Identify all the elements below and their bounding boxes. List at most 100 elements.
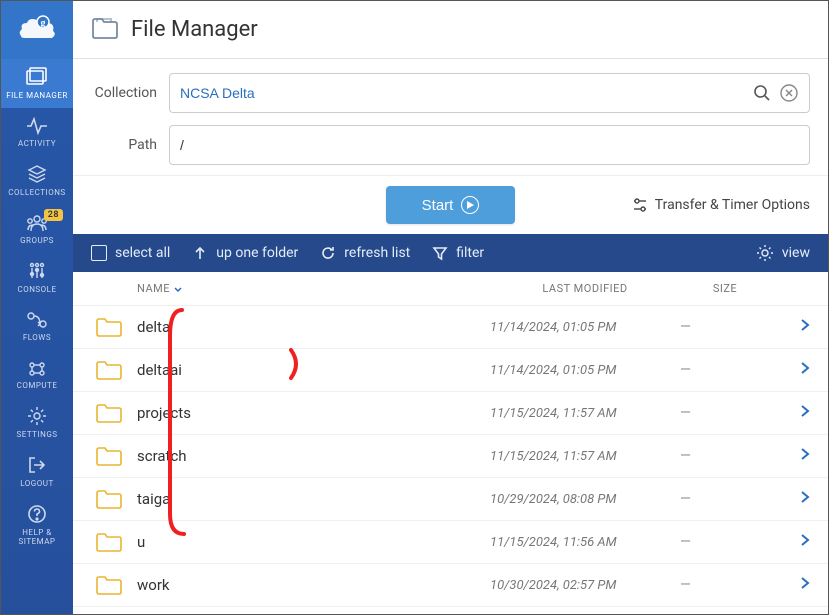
collection-label: Collection (91, 85, 157, 101)
logout-icon (27, 455, 47, 477)
sidebar-item-groups[interactable]: GROUPS 28 (1, 205, 73, 253)
row-modified: 10/30/2024, 02:57 PM (490, 578, 680, 593)
sidebar-item-help-sitemap[interactable]: HELP & SITEMAP (1, 496, 73, 554)
sidebar-item-logout[interactable]: LOGOUT (1, 447, 73, 496)
sidebar-item-label: HELP & SITEMAP (3, 528, 71, 546)
row-modified: 11/15/2024, 11:56 AM (490, 535, 680, 550)
start-button[interactable]: Start (386, 186, 516, 224)
play-icon (461, 196, 479, 214)
chevron-right-icon[interactable] (770, 404, 810, 422)
chevron-right-icon[interactable] (770, 361, 810, 379)
up-arrow-icon (192, 245, 208, 261)
column-size[interactable]: SIZE (680, 282, 770, 295)
collection-input-wrap[interactable] (169, 73, 810, 113)
folder-icon (95, 446, 123, 466)
view-button[interactable]: view (756, 244, 810, 262)
sidebar-item-collections[interactable]: COLLECTIONS (1, 156, 73, 205)
refresh-button[interactable]: refresh list (320, 245, 410, 261)
up-one-folder-button[interactable]: up one folder (192, 245, 298, 261)
folder-icon (95, 532, 123, 552)
row-name: projects (137, 404, 490, 422)
compute-icon (26, 359, 48, 379)
table-row[interactable]: scratch11/15/2024, 11:57 AM— (73, 435, 828, 478)
row-size: — (680, 405, 770, 421)
gear-icon (756, 244, 774, 262)
row-modified: 11/14/2024, 01:05 PM (490, 320, 680, 335)
chevron-right-icon[interactable] (770, 318, 810, 336)
sliders-icon (631, 196, 649, 214)
file-list: delta11/14/2024, 01:05 PM—deltaai11/14/2… (73, 306, 828, 607)
table-row[interactable]: deltaai11/14/2024, 01:05 PM— (73, 349, 828, 392)
badge: 28 (44, 209, 63, 221)
folder-icon (91, 16, 119, 44)
row-name: deltaai (137, 361, 490, 379)
row-modified: 11/15/2024, 11:57 AM (490, 406, 680, 421)
sidebar: g FILE MANAGER ACTIVITY COLLECTIONS GROUPS 2… (1, 1, 73, 614)
search-icon[interactable] (753, 84, 771, 102)
sidebar-item-label: ACTIVITY (18, 139, 56, 148)
clear-icon[interactable] (779, 83, 799, 103)
folder-icon (95, 403, 123, 423)
sidebar-item-label: CONSOLE (17, 285, 56, 294)
row-size: — (680, 534, 770, 550)
sidebar-item-label: GROUPS (20, 236, 54, 245)
table-row[interactable]: taiga10/29/2024, 08:08 PM— (73, 478, 828, 521)
page-header: File Manager (73, 1, 828, 59)
row-modified: 10/29/2024, 08:08 PM (490, 492, 680, 507)
row-name: delta (137, 318, 490, 336)
svg-text:g: g (41, 18, 46, 29)
start-button-label: Start (422, 197, 454, 214)
sidebar-item-label: LOGOUT (20, 479, 53, 488)
filter-button[interactable]: filter (432, 245, 484, 261)
sidebar-item-flows[interactable]: FLOWS (1, 302, 73, 350)
main-panel: File Manager Collection Path (73, 1, 828, 614)
row-size: — (680, 362, 770, 378)
chevron-right-icon[interactable] (770, 447, 810, 465)
help-icon (27, 504, 47, 526)
collection-input[interactable] (180, 85, 745, 101)
sidebar-item-label: COLLECTIONS (8, 188, 65, 197)
row-size: — (680, 491, 770, 507)
flows-icon (26, 311, 48, 331)
refresh-icon (320, 245, 336, 261)
path-label: Path (91, 137, 157, 153)
logo[interactable]: g (1, 1, 73, 59)
table-row[interactable]: projects11/15/2024, 11:57 AM— (73, 392, 828, 435)
filter-icon (432, 245, 448, 261)
column-modified[interactable]: LAST MODIFIED (490, 282, 680, 295)
folder-icon (95, 489, 123, 509)
sidebar-item-console[interactable]: CONSOLE (1, 253, 73, 302)
row-modified: 11/15/2024, 11:57 AM (490, 449, 680, 464)
transfer-options-label: Transfer & Timer Options (655, 197, 810, 213)
table-header: NAME LAST MODIFIED SIZE (73, 272, 828, 306)
stack-icon (27, 164, 47, 186)
row-modified: 11/14/2024, 01:05 PM (490, 363, 680, 378)
file-toolbar: select all up one folder refresh list fi… (73, 234, 828, 272)
sidebar-item-settings[interactable]: SETTINGS (1, 398, 73, 447)
files-icon (25, 67, 49, 89)
select-all-button[interactable]: select all (91, 245, 170, 261)
path-input[interactable] (180, 137, 799, 153)
sidebar-item-label: FILE MANAGER (6, 91, 68, 100)
chevron-right-icon[interactable] (770, 576, 810, 594)
page-title: File Manager (131, 17, 258, 42)
table-row[interactable]: u11/15/2024, 11:56 AM— (73, 521, 828, 564)
chevron-right-icon[interactable] (770, 490, 810, 508)
sidebar-item-compute[interactable]: COMPUTE (1, 350, 73, 398)
row-size: — (680, 448, 770, 464)
column-name[interactable]: NAME (91, 282, 490, 295)
folder-icon (95, 317, 123, 337)
sort-icon (173, 284, 183, 294)
table-row[interactable]: delta11/14/2024, 01:05 PM— (73, 306, 828, 349)
sidebar-item-label: COMPUTE (17, 381, 58, 390)
row-name: taiga (137, 490, 490, 508)
table-row[interactable]: work10/30/2024, 02:57 PM— (73, 564, 828, 607)
transfer-options-button[interactable]: Transfer & Timer Options (631, 196, 810, 214)
path-input-wrap[interactable] (169, 125, 810, 165)
sidebar-item-activity[interactable]: ACTIVITY (1, 108, 73, 156)
sidebar-item-file-manager[interactable]: FILE MANAGER (1, 59, 73, 108)
row-size: — (680, 577, 770, 593)
chevron-right-icon[interactable] (770, 533, 810, 551)
folder-icon (95, 575, 123, 595)
sidebar-item-label: SETTINGS (16, 430, 57, 439)
